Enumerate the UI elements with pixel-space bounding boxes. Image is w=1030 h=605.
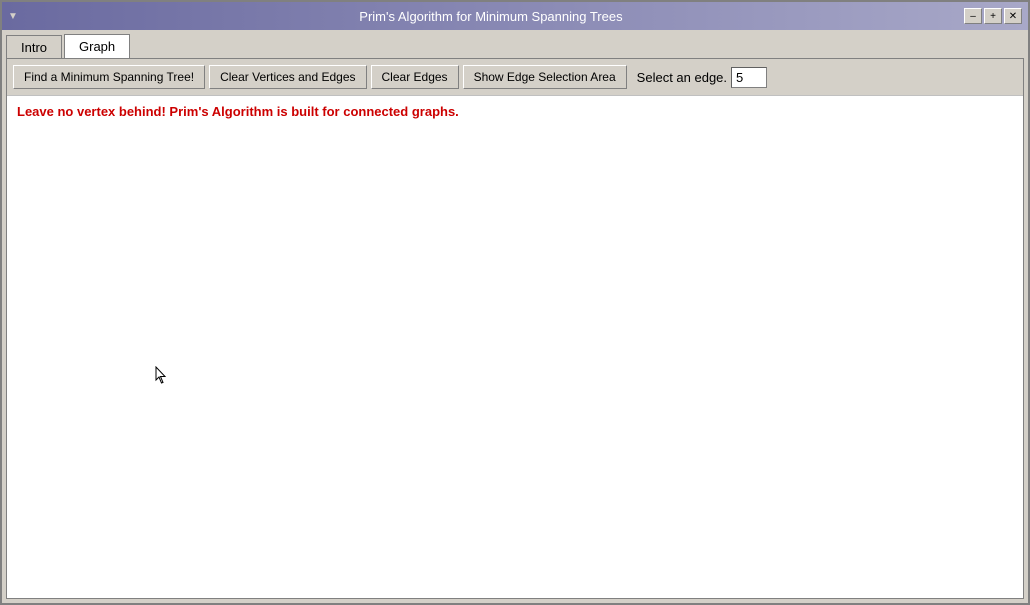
cursor-icon [155, 366, 167, 384]
tab-intro[interactable]: Intro [6, 35, 62, 59]
minimize-button[interactable]: – [964, 8, 982, 24]
title-bar-buttons: – + ✕ [964, 8, 1022, 24]
toolbar: Find a Minimum Spanning Tree! Clear Vert… [7, 59, 1023, 96]
clear-vertices-edges-button[interactable]: Clear Vertices and Edges [209, 65, 366, 89]
tab-graph[interactable]: Graph [64, 34, 130, 58]
show-selection-area-button[interactable]: Show Edge Selection Area [463, 65, 627, 89]
select-edge-input[interactable] [731, 67, 767, 88]
window-body: Intro Graph Find a Minimum Spanning Tree… [2, 30, 1028, 603]
window-title: Prim's Algorithm for Minimum Spanning Tr… [18, 9, 964, 24]
main-window: ▼ Prim's Algorithm for Minimum Spanning … [0, 0, 1030, 605]
close-button[interactable]: ✕ [1004, 8, 1022, 24]
maximize-button[interactable]: + [984, 8, 1002, 24]
chevron-icon: ▼ [8, 11, 18, 22]
select-edge-label: Select an edge. [637, 70, 727, 85]
warning-message: Leave no vertex behind! Prim's Algorithm… [7, 96, 1023, 127]
clear-edges-button[interactable]: Clear Edges [371, 65, 459, 89]
title-bar-left: ▼ [8, 11, 18, 22]
find-mst-button[interactable]: Find a Minimum Spanning Tree! [13, 65, 205, 89]
title-bar: ▼ Prim's Algorithm for Minimum Spanning … [2, 2, 1028, 30]
content-area: Find a Minimum Spanning Tree! Clear Vert… [6, 58, 1024, 599]
tab-bar: Intro Graph [6, 34, 1024, 58]
graph-canvas[interactable]: Leave no vertex behind! Prim's Algorithm… [7, 96, 1023, 598]
